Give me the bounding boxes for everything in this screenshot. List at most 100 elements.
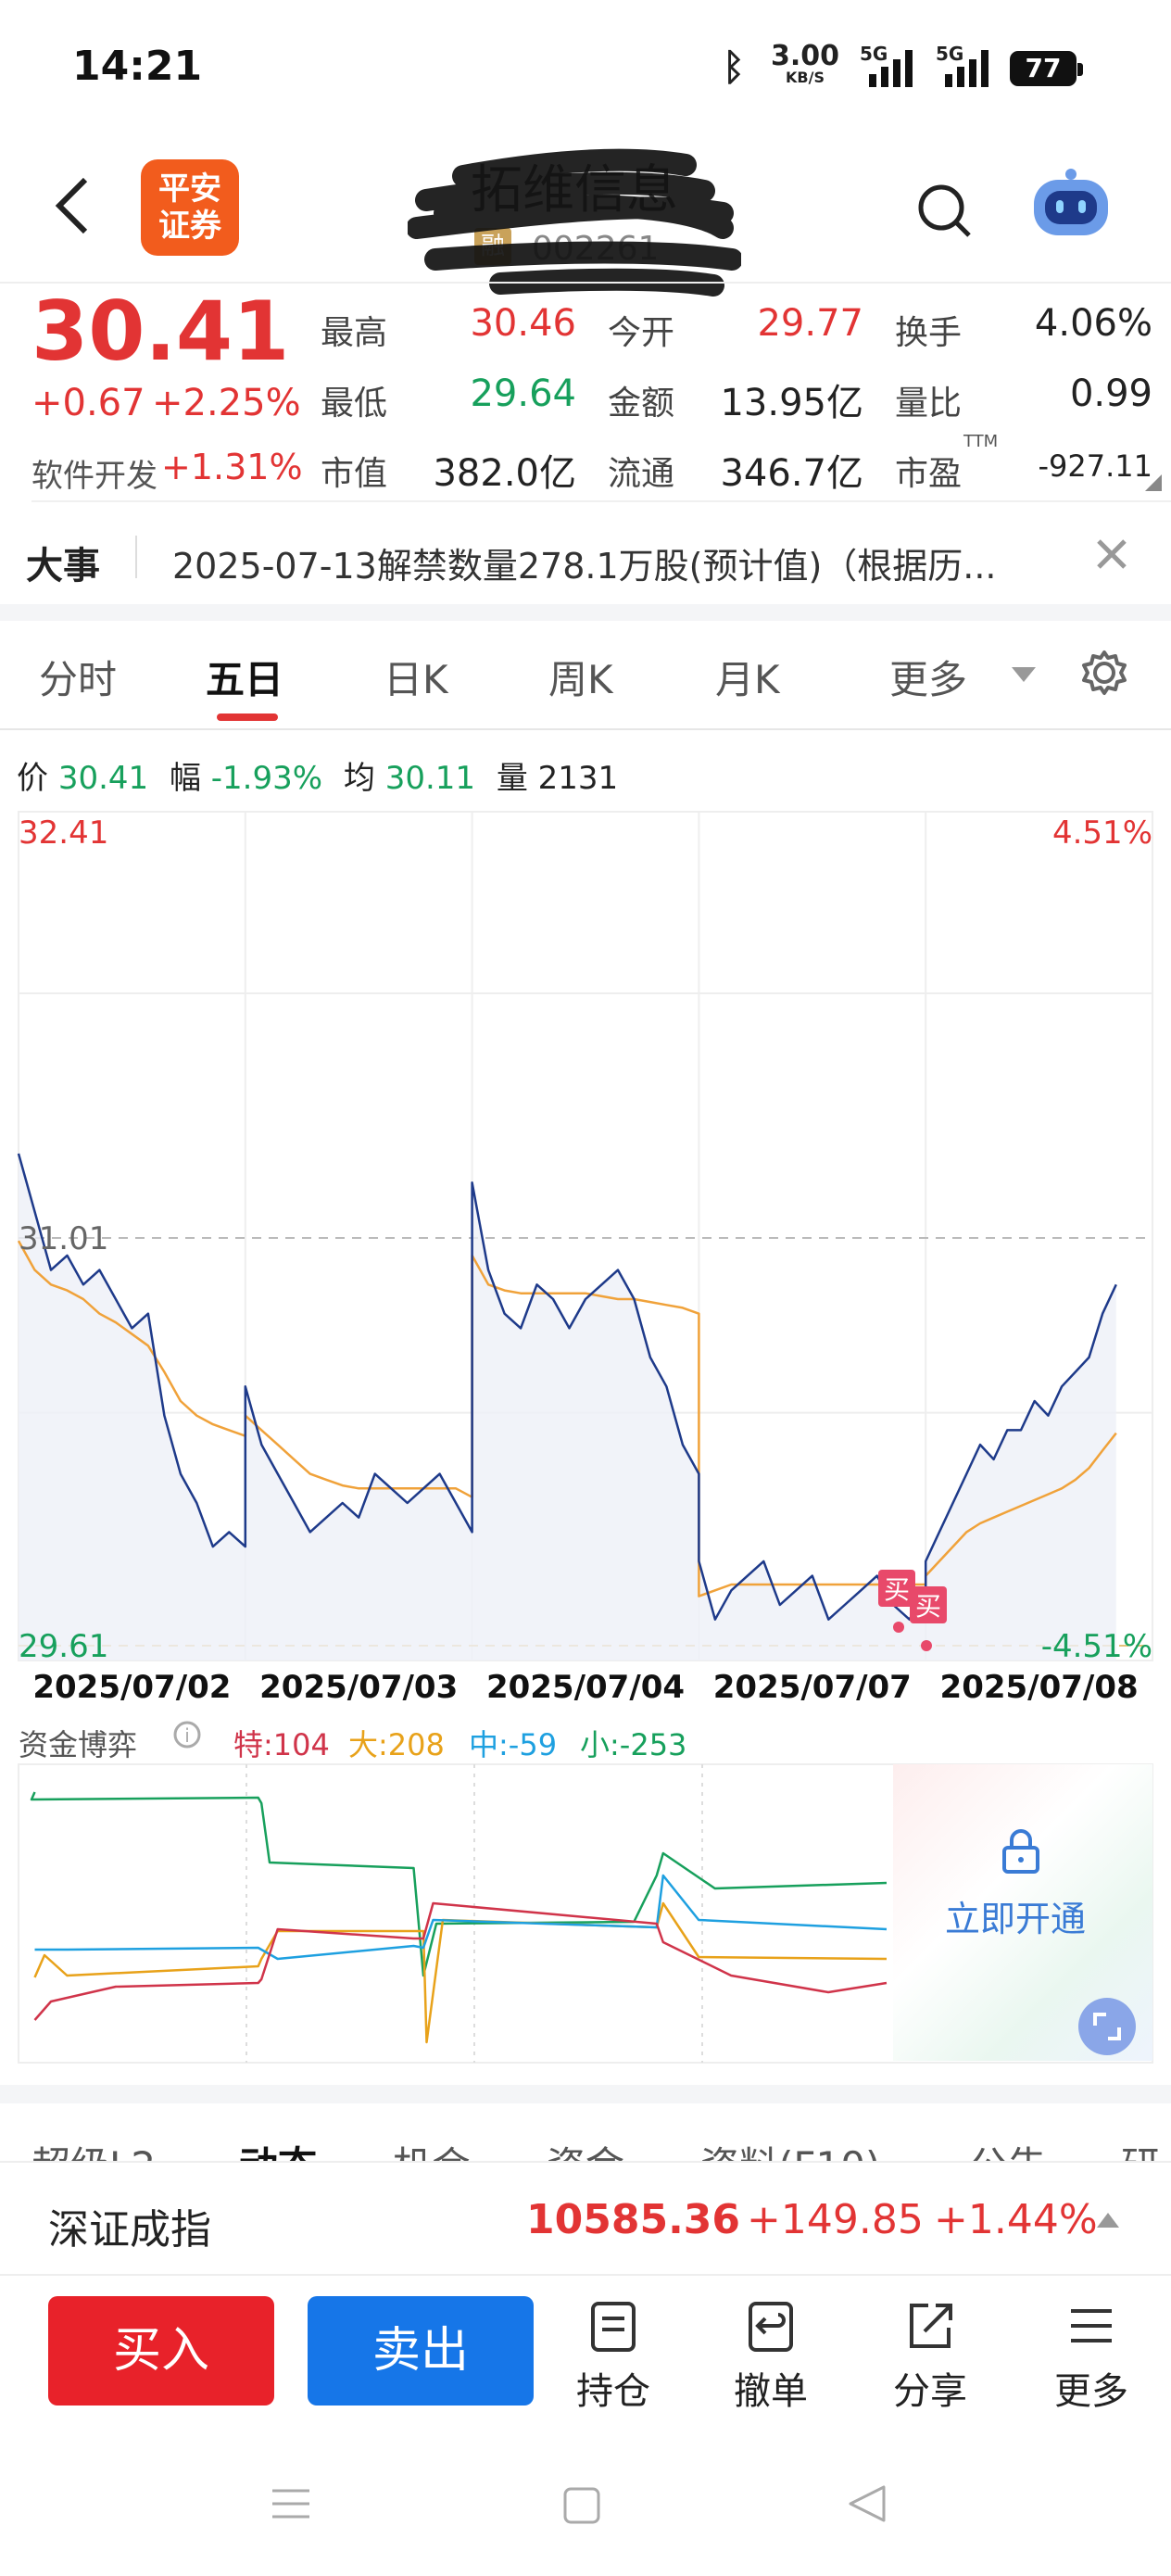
event-banner[interactable]: 大事 2025-07-13解禁数量278.1万股(预计值)（根据历...	[0, 508, 1171, 604]
buy-marker-label: 买	[884, 1574, 910, 1605]
buy-button[interactable]: 买入	[48, 2296, 274, 2406]
fullscreen-icon	[1093, 2013, 1121, 2040]
unlock-label: 立即开通	[945, 1899, 1087, 1939]
settings-gear-icon[interactable]	[1080, 649, 1128, 697]
more-button[interactable]: 更多	[1036, 2298, 1147, 2415]
holdings-icon	[591, 2302, 636, 2352]
tab-0[interactable]: 分时	[39, 649, 117, 705]
capital-flow-line	[30, 1791, 888, 1977]
system-home-icon[interactable]	[561, 2485, 602, 2526]
stat-label: 换手	[895, 314, 963, 352]
divider	[0, 728, 1171, 730]
menu-list-icon	[1071, 2309, 1112, 2342]
avg-price-line	[17, 1240, 1117, 1597]
capital-legend-item: 特:104	[233, 1727, 330, 1762]
sector-name[interactable]: 软件开发	[31, 450, 157, 496]
cancel-order-button[interactable]: 撤单	[715, 2298, 826, 2415]
tab-3[interactable]: 周K	[548, 649, 613, 705]
capital-title: 资金博弈	[19, 1727, 138, 1762]
section-tab[interactable]: 机会	[393, 2135, 471, 2161]
section-tab[interactable]: 研	[1121, 2135, 1160, 2161]
x-date-label: 2025/07/07	[713, 1669, 912, 1706]
unlock-panel[interactable]: 立即开通	[893, 1764, 1152, 2061]
chart-info-bar: 价 30.41 幅 -1.93% 均 30.11 量 2131	[17, 760, 619, 797]
section-tab[interactable]: 公告	[969, 2135, 1047, 2161]
info-price: 30.41	[57, 760, 149, 797]
net-speed: 3.00 KB/S	[771, 40, 840, 86]
holdings-button[interactable]: 持仓	[558, 2298, 669, 2415]
info-avg: 30.11	[384, 760, 476, 797]
search-icon	[918, 184, 971, 237]
y-max-label: 32.41	[19, 814, 108, 852]
x-date-label: 2025/07/04	[486, 1669, 685, 1706]
tab-4[interactable]: 月K	[715, 649, 780, 705]
close-icon[interactable]	[1093, 536, 1130, 573]
stat-label: 流通	[608, 455, 675, 493]
stat-value: -927.11	[1038, 448, 1152, 484]
buy-dot	[921, 1640, 932, 1651]
robot-assistant-button[interactable]	[1028, 167, 1114, 243]
price-line	[17, 1153, 1117, 1621]
share-icon	[910, 2304, 952, 2348]
stat-value: 346.7亿	[720, 452, 863, 495]
divider	[31, 500, 1171, 502]
x-date-label: 2025/07/08	[940, 1669, 1139, 1706]
expand-corner-icon[interactable]	[1145, 474, 1162, 491]
index-value: 10585.36	[526, 2196, 741, 2243]
price-change: +0.67	[31, 382, 145, 424]
system-menu-icon[interactable]	[271, 2483, 311, 2524]
y-mid-label: 31.01	[19, 1220, 108, 1257]
chevron-down-icon[interactable]	[1010, 665, 1038, 684]
tab-5[interactable]: 更多	[889, 649, 967, 705]
section-tab[interactable]: 超级L2	[31, 2135, 156, 2161]
index-bar[interactable]: 深证成指 10585.36 +149.85 +1.44%	[0, 2161, 1171, 2276]
share-button[interactable]: 分享	[875, 2298, 986, 2415]
index-name: 深证成指	[48, 2206, 211, 2254]
x-date-label: 2025/07/03	[259, 1669, 458, 1706]
section-tabs: 超级L2 动态 机会 资金 资料(F10) 公告 研	[0, 2103, 1171, 2161]
fullscreen-button[interactable]	[1078, 1998, 1136, 2055]
section-tab[interactable]: 动态	[239, 2135, 317, 2161]
stat-value: 30.46	[470, 302, 576, 345]
active-tab-indicator	[217, 713, 278, 721]
stat-label: 最低	[321, 385, 388, 423]
bluetooth-icon: ᛒ	[723, 46, 745, 89]
event-tag: 大事	[26, 545, 100, 587]
system-back-icon[interactable]	[847, 2483, 888, 2524]
stat-label: 最高	[321, 314, 388, 352]
stat-label: 今开	[608, 314, 675, 352]
index-pct: +1.44%	[934, 2196, 1098, 2243]
stat-value: 0.99	[1069, 373, 1152, 415]
price-change-pct: +2.25%	[152, 382, 301, 424]
x-date-label: 2025/07/02	[32, 1669, 231, 1706]
price-area	[19, 1153, 1116, 1661]
stat-label: 量比	[895, 385, 963, 423]
back-arrow-icon	[55, 177, 88, 234]
sell-button[interactable]: 卖出	[308, 2296, 534, 2406]
section-tab[interactable]: 资金	[547, 2135, 624, 2161]
expand-up-icon[interactable]	[1095, 2211, 1121, 2229]
search-button[interactable]	[917, 178, 973, 243]
tab-2[interactable]: 日K	[384, 649, 448, 705]
back-button[interactable]	[46, 169, 102, 243]
section-tab[interactable]: 资料(F10)	[700, 2135, 880, 2161]
signal-icon	[869, 44, 913, 87]
robot-icon	[1034, 169, 1108, 235]
stat-value: 382.0亿	[433, 452, 576, 495]
y-min-label: 29.61	[19, 1628, 108, 1665]
buy-marker	[910, 1586, 947, 1623]
stat-value: 4.06%	[1034, 302, 1152, 345]
section-gap	[0, 2085, 1171, 2103]
event-text: 2025-07-13解禁数量278.1万股(预计值)（根据历...	[172, 546, 997, 587]
last-price: 30.41	[31, 284, 290, 379]
index-change: +149.85	[747, 2196, 924, 2243]
broker-logo[interactable]: 平安 证券	[141, 159, 239, 256]
section-gap	[0, 604, 1171, 621]
tab-1[interactable]: 五日	[206, 649, 283, 705]
capital-flow-line	[33, 1901, 888, 2021]
stat-value: 13.95亿	[720, 382, 863, 424]
buy-marker-label: 买	[915, 1591, 941, 1622]
signal-icon-2	[945, 44, 988, 87]
stat-value: 29.77	[757, 302, 863, 345]
info-icon[interactable]: i	[172, 1720, 202, 1749]
